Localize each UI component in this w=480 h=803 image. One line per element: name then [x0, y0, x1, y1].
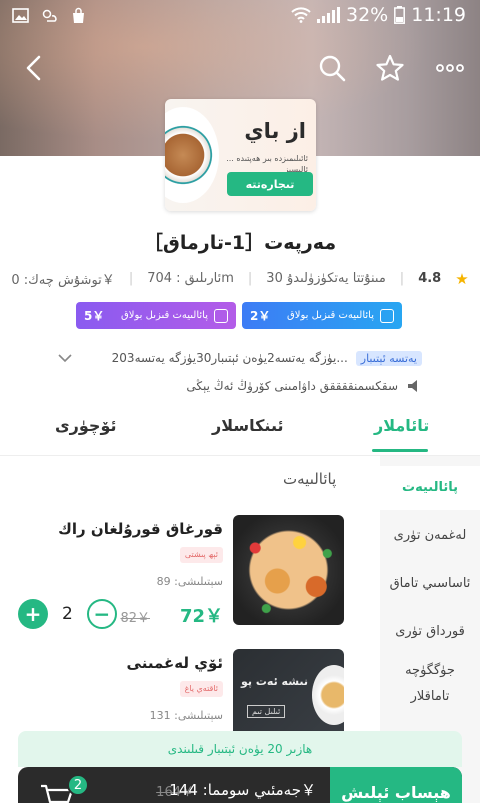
status-bar: 32% 11:19: [0, 0, 480, 34]
more-button[interactable]: [432, 50, 468, 86]
tab-reviews[interactable]: ئىنكاسلار: [212, 416, 283, 435]
dish-name: قورغاق قورۇلغان راك: [58, 520, 223, 538]
gallery-icon: [12, 8, 29, 23]
tab-menu[interactable]: تائاملار: [374, 416, 429, 435]
dish-tag: ئاقتەي ياغ: [179, 681, 223, 697]
delivery-fee: توشۇش چەك: 0￥: [11, 273, 115, 288]
coupon-label: پائالىيەت قىزىل بولاق: [287, 310, 374, 321]
decrease-button[interactable]: −: [86, 599, 117, 629]
shop-name: مەرپەت［1-تارماق］: [143, 232, 337, 254]
dish-photo[interactable]: [233, 515, 344, 625]
notice-row: سقكسمنققققق داۋامىنى كۆرۈڭ ئەڭ يېڭى: [150, 375, 422, 397]
dish-sales: سېتىلىشى: 89: [156, 575, 223, 588]
weather-icon: [42, 9, 57, 22]
food-plate-image: [165, 107, 219, 203]
dish-name: ئۆي لەغمىنى: [126, 654, 223, 672]
quantity-stepper: + 2 −: [18, 599, 117, 629]
notice-text: سقكسمنققققق داۋامىنى كۆرۈڭ ئەڭ يېڭى: [186, 379, 398, 393]
battery-percent: 32%: [346, 4, 389, 26]
shop-meta: توشۇش چەك: 0￥ | ئارىلىق : 704m | 30 مىنۇ…: [11, 269, 469, 289]
total-amount: جەمئىي سومما: 144￥: [169, 781, 316, 799]
chevron-down-icon: [58, 354, 72, 363]
battery-icon: [394, 6, 406, 24]
bowl-image: [312, 665, 344, 725]
tab-bar: ئۆچۈرى ئىنكاسلار تائاملار: [0, 410, 480, 456]
dish-sales: سېتىلىشى: 131: [149, 709, 223, 722]
cover-button: تىجارەتتە: [227, 172, 313, 196]
promo-badge: يەتسە ئېتىبار: [355, 350, 422, 366]
discount-notice-bar: ھازىر 20 يۈەن ئېتىبار قىلىندى: [18, 731, 462, 767]
delivery-time: 30 مىنۇتتا يەتكۈزۈلىدۇ: [266, 271, 386, 286]
active-tab-indicator: [372, 449, 428, 452]
cart-count-badge: 2: [67, 774, 89, 796]
speaker-icon: [408, 380, 417, 392]
dish-tag: ئېھ پىشتى: [179, 547, 223, 563]
chalkboard-subtitle: ئىلىل تىم: [247, 705, 286, 718]
quantity-value: 2: [62, 604, 73, 624]
tab-shop-info[interactable]: ئۆچۈرى: [55, 416, 116, 435]
signal-icon: [317, 7, 340, 23]
cover-title: از باي: [244, 119, 306, 143]
clock: 11:19: [411, 4, 466, 26]
wifi-icon: [291, 7, 311, 23]
promo-text: 20يۈزگە يەتسە2يۈەن ئېتىبار30يۈزگە يەتسە3…: [111, 351, 348, 365]
rating-star-icon: ★: [455, 269, 469, 288]
category-item[interactable]: لەغمەن تۈرى: [380, 514, 480, 558]
star-icon: [376, 54, 404, 81]
search-icon: [319, 55, 346, 82]
promo-row[interactable]: 20يۈزگە يەتسە2يۈەن ئېتىبار30يۈزگە يەتسە3…: [58, 347, 422, 369]
rating-value: 4.8: [418, 271, 442, 286]
back-button[interactable]: [16, 50, 52, 86]
coupon-card[interactable]: 2￥ پائالىيەت قىزىل بولاق: [242, 302, 402, 329]
section-title: پائالىيەت: [283, 470, 337, 488]
category-item[interactable]: قورداق تۈرى: [380, 610, 480, 654]
category-item[interactable]: پائالىيەت: [380, 466, 480, 510]
more-dots-icon: [436, 64, 464, 72]
distance: ئارىلىق : 704m: [147, 271, 234, 286]
coupon-card[interactable]: 5￥ پائالىيەت قىزىل بولاق: [76, 302, 236, 329]
search-button[interactable]: [314, 50, 350, 86]
dish-old-price: 82￥: [120, 611, 150, 626]
back-arrow-icon: [26, 55, 41, 81]
shop-cover: از باي ئائىلىمىزدە بىر ھەپتىدە ... ئالىس…: [165, 99, 316, 211]
coupon-icon: [380, 308, 394, 323]
dish-price: 72￥: [179, 606, 223, 627]
top-nav: [0, 44, 480, 92]
increase-button[interactable]: +: [18, 599, 48, 629]
shopping-bag-icon: [73, 7, 84, 23]
checkout-button[interactable]: ھېساب ئېلىش: [330, 767, 462, 803]
coupon-list: 5￥ پائالىيەت قىزىل بولاق 2￥ پائالىيەت قى…: [76, 302, 402, 329]
coupon-icon: [214, 308, 228, 323]
coupon-label: پائالىيەت قىزىل بولاق: [121, 310, 208, 321]
category-item[interactable]: ئاساسىي تاماق: [380, 562, 480, 606]
chalkboard-title: نىشە ئەت پو: [241, 675, 309, 688]
category-item[interactable]: جۈگگۈچە تاماقلار: [380, 656, 480, 704]
favorite-button[interactable]: [372, 50, 408, 86]
